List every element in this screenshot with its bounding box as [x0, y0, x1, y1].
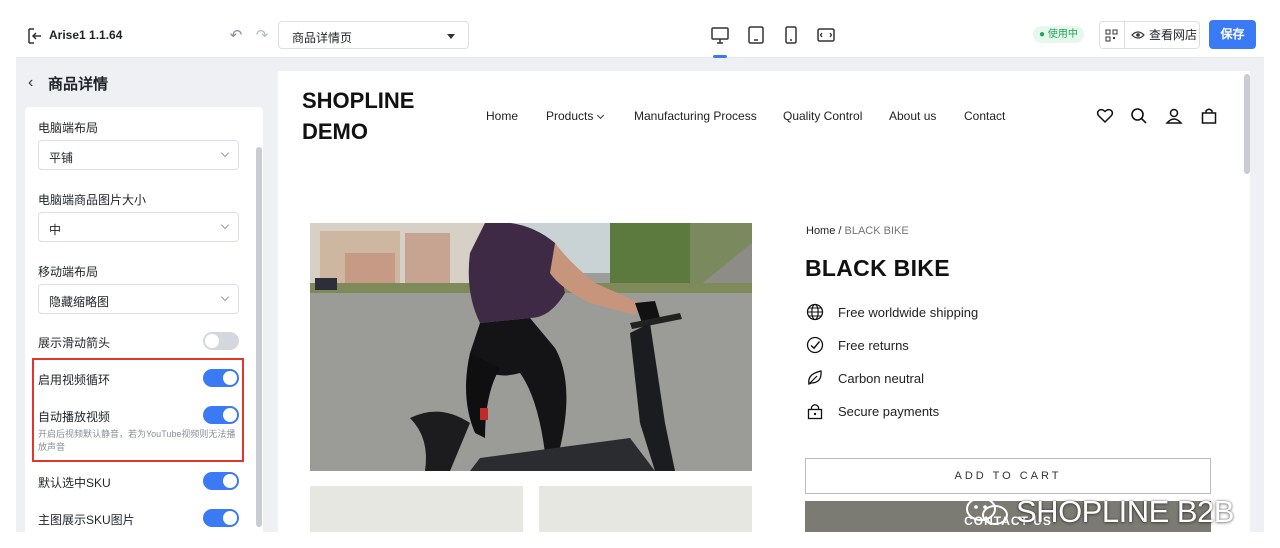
nav-contact[interactable]: Contact	[964, 109, 1005, 123]
nav-manufacturing[interactable]: Manufacturing Process	[634, 109, 757, 123]
main-image-sku-toggle[interactable]	[203, 509, 239, 527]
search-icon[interactable]	[1130, 107, 1148, 125]
exit-editor-icon[interactable]	[26, 27, 44, 45]
editor-window: Arise1 1.1.64 ↶ ↷ 商品详情页 ● 使用中 查看网店 保存 ‹ …	[16, 16, 1264, 532]
add-to-cart-button[interactable]: ADD TO CART	[805, 458, 1211, 494]
undo-icon[interactable]: ↶	[226, 26, 246, 46]
settings-card	[25, 107, 263, 532]
caret-down-icon	[447, 34, 455, 39]
store-preview: SHOPLINE DEMO Home Products Manufacturin…	[278, 71, 1250, 532]
preview-scrollbar[interactable]	[1244, 74, 1250, 174]
show-arrows-toggle[interactable]	[203, 332, 239, 350]
feature-payments-text: Secure payments	[838, 404, 940, 419]
watermark-text: SHOPLINE B2B	[1016, 494, 1234, 529]
view-store-label: 查看网店	[1149, 28, 1198, 42]
feature-carbon-text: Carbon neutral	[838, 371, 924, 386]
desktop-layout-select[interactable]: 平铺	[38, 140, 239, 170]
show-arrows-label: 展示滑动箭头	[38, 336, 111, 350]
mobile-layout-value: 隐藏缩略图	[49, 295, 110, 309]
mobile-layout-label: 移动端布局	[38, 265, 99, 279]
panel-scrollbar[interactable]	[256, 147, 262, 527]
product-thumbnail-2[interactable]	[539, 486, 752, 532]
desktop-image-size-select[interactable]: 中	[38, 212, 239, 242]
top-toolbar: Arise1 1.1.64 ↶ ↷ 商品详情页 ● 使用中 查看网店 保存	[16, 16, 1264, 58]
panel-title: 商品详情	[48, 76, 109, 93]
view-store-button[interactable]: 查看网店	[1124, 21, 1200, 49]
nav-products-label: Products	[546, 109, 594, 123]
desktop-image-size-label: 电脑端商品图片大小	[38, 193, 147, 207]
store-logo[interactable]: SHOPLINE DEMO	[302, 85, 442, 147]
breadcrumb-separator: /	[835, 225, 845, 237]
cart-bag-icon[interactable]	[1200, 107, 1218, 125]
nav-quality-control[interactable]: Quality Control	[783, 109, 862, 123]
product-thumbnail-1[interactable]	[310, 486, 523, 532]
theme-name: Arise1 1.1.64	[49, 28, 123, 42]
back-chevron-icon[interactable]: ‹	[28, 74, 33, 92]
chevron-down-icon	[220, 148, 230, 158]
wechat-logo-icon	[966, 497, 1008, 525]
globe-icon	[806, 303, 824, 321]
page-select[interactable]: 商品详情页	[278, 21, 469, 49]
feature-shipping-text: Free worldwide shipping	[838, 305, 979, 320]
nav-home[interactable]: Home	[486, 109, 518, 123]
mobile-view-icon[interactable]	[780, 24, 802, 46]
tablet-view-icon[interactable]	[745, 24, 767, 46]
save-button[interactable]: 保存	[1209, 20, 1256, 49]
qr-code-icon	[1105, 29, 1118, 42]
breadcrumb: Home / BLACK BIKE	[806, 225, 909, 237]
lock-icon	[807, 404, 823, 420]
product-title: BLACK BIKE	[805, 255, 950, 281]
heart-icon[interactable]	[1096, 107, 1114, 125]
desktop-image-size-value: 中	[49, 223, 62, 237]
desktop-layout-value: 平铺	[49, 151, 74, 165]
chevron-down-icon	[597, 111, 605, 120]
eye-icon	[1131, 31, 1145, 39]
feature-returns-text: Free returns	[838, 338, 909, 353]
chevron-down-icon	[220, 292, 230, 302]
leaf-icon	[808, 370, 822, 385]
breadcrumb-current: BLACK BIKE	[844, 225, 909, 237]
breadcrumb-home[interactable]: Home	[806, 225, 835, 237]
chevron-down-icon	[220, 220, 230, 230]
account-icon[interactable]	[1165, 107, 1183, 125]
product-hero-video[interactable]	[310, 223, 752, 471]
check-circle-icon	[806, 336, 824, 354]
panel-header: ‹ 商品详情	[16, 59, 264, 107]
default-sku-toggle[interactable]	[203, 472, 239, 490]
qr-code-button[interactable]	[1099, 21, 1124, 49]
active-device-indicator	[713, 55, 727, 58]
redo-icon[interactable]: ↷	[252, 26, 272, 46]
mobile-layout-select[interactable]: 隐藏缩略图	[38, 284, 239, 314]
main-image-sku-label: 主图展示SKU图片	[38, 513, 135, 527]
status-badge: ● 使用中	[1033, 26, 1084, 43]
desktop-view-icon[interactable]	[709, 24, 731, 46]
default-sku-label: 默认选中SKU	[38, 476, 111, 490]
page-select-value: 商品详情页	[292, 31, 353, 45]
desktop-layout-label: 电脑端布局	[38, 121, 99, 135]
nav-products[interactable]: Products	[546, 109, 605, 123]
nav-about-us[interactable]: About us	[889, 109, 936, 123]
fullscreen-icon[interactable]	[815, 24, 837, 46]
highlight-box	[32, 358, 244, 462]
